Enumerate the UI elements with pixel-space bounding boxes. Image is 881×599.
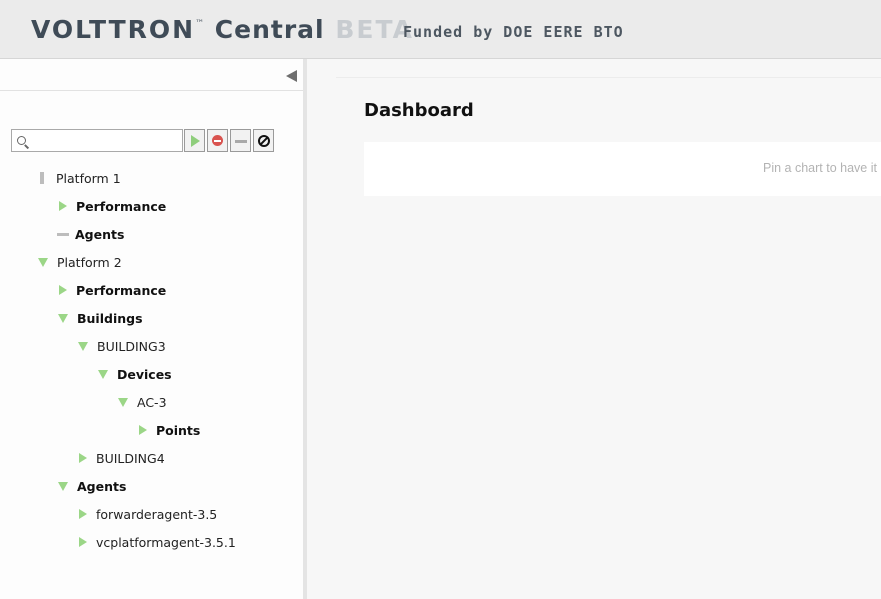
page-title: Dashboard [364, 100, 474, 121]
chevron-down-icon[interactable] [58, 481, 68, 491]
chevron-down-icon[interactable] [58, 313, 68, 323]
filter-status-green-button[interactable] [184, 129, 205, 152]
tree-item[interactable]: Agents [57, 224, 124, 244]
tree-item-label: Devices [117, 366, 172, 382]
tree-item-label: Buildings [77, 310, 143, 326]
tree-item[interactable]: Devices [97, 364, 172, 384]
tree-item-label: vcplatformagent-3.5.1 [96, 534, 236, 550]
chevron-down-icon[interactable] [78, 341, 88, 351]
gray-bar-icon [235, 140, 247, 143]
status-dash-icon[interactable] [57, 232, 69, 236]
tree-item[interactable]: forwarderagent-3.5 [77, 504, 217, 524]
sidebar-resize-handle[interactable] [303, 59, 307, 599]
tree-item-label: Agents [77, 478, 127, 494]
filter-status-red-button[interactable] [207, 129, 228, 152]
tree-item-label: forwarderagent-3.5 [96, 506, 218, 522]
tree-item-label: Platform 1 [56, 170, 121, 186]
tree-item-label: BUILDING4 [96, 450, 165, 466]
sidebar-divider-line [0, 90, 303, 91]
chevron-down-icon[interactable] [118, 397, 128, 407]
chevron-right-icon[interactable] [79, 453, 87, 463]
tree-item-label: Agents [75, 226, 125, 242]
brand-logo: VOLTTRON™ Central BETA [31, 15, 414, 44]
brand-name: VOLTTRON [31, 15, 196, 44]
tree-item[interactable]: Agents [57, 476, 126, 496]
tree-item[interactable]: Performance [57, 196, 166, 216]
empty-dashboard-message: Pin a chart to have it [763, 161, 877, 175]
tree-item-label: Performance [76, 198, 167, 214]
tree-item-label: AC-3 [137, 394, 167, 410]
chevron-down-icon[interactable] [38, 257, 48, 267]
main-divider-line [336, 77, 881, 78]
tree-item[interactable]: Platform 1 [37, 168, 121, 188]
dashboard-panel: Pin a chart to have it [364, 142, 881, 196]
tree-item-label: Platform 2 [57, 254, 122, 270]
tree-item[interactable]: BUILDING3 [77, 336, 166, 356]
chevron-down-icon[interactable] [98, 369, 108, 379]
tree-item[interactable]: BUILDING4 [77, 448, 165, 468]
status-bar-icon[interactable] [40, 172, 44, 184]
collapse-sidebar-icon[interactable] [286, 70, 297, 82]
tree-item[interactable]: vcplatformagent-3.5.1 [77, 532, 236, 552]
ban-icon [258, 135, 270, 147]
tree-item-label: Points [156, 422, 201, 438]
filter-status-unknown-button[interactable] [230, 129, 251, 152]
app-header: VOLTTRON™ Central BETA Funded by DOE EER… [0, 0, 881, 59]
clear-filter-button[interactable] [253, 129, 274, 152]
brand-product: Central [214, 15, 325, 44]
chevron-right-icon[interactable] [59, 201, 67, 211]
tree-item-label: Performance [76, 282, 167, 298]
search-icon [17, 136, 26, 145]
tree-item[interactable]: Platform 2 [37, 252, 122, 272]
search-input[interactable] [30, 131, 184, 152]
tree-item-label: BUILDING3 [97, 338, 166, 354]
play-triangle-icon [191, 135, 200, 147]
funding-note: Funded by DOE EERE BTO [403, 23, 624, 41]
chevron-right-icon[interactable] [79, 537, 87, 547]
tree-item[interactable]: Points [137, 420, 200, 440]
search-box[interactable] [11, 129, 184, 152]
tree-item[interactable]: Buildings [57, 308, 143, 328]
trademark-symbol: ™ [195, 19, 205, 29]
chevron-right-icon[interactable] [79, 509, 87, 519]
chevron-right-icon[interactable] [59, 285, 67, 295]
tree-item[interactable]: Performance [57, 280, 166, 300]
tree-item[interactable]: AC-3 [117, 392, 167, 412]
minus-circle-icon [212, 135, 223, 146]
chevron-right-icon[interactable] [139, 425, 147, 435]
